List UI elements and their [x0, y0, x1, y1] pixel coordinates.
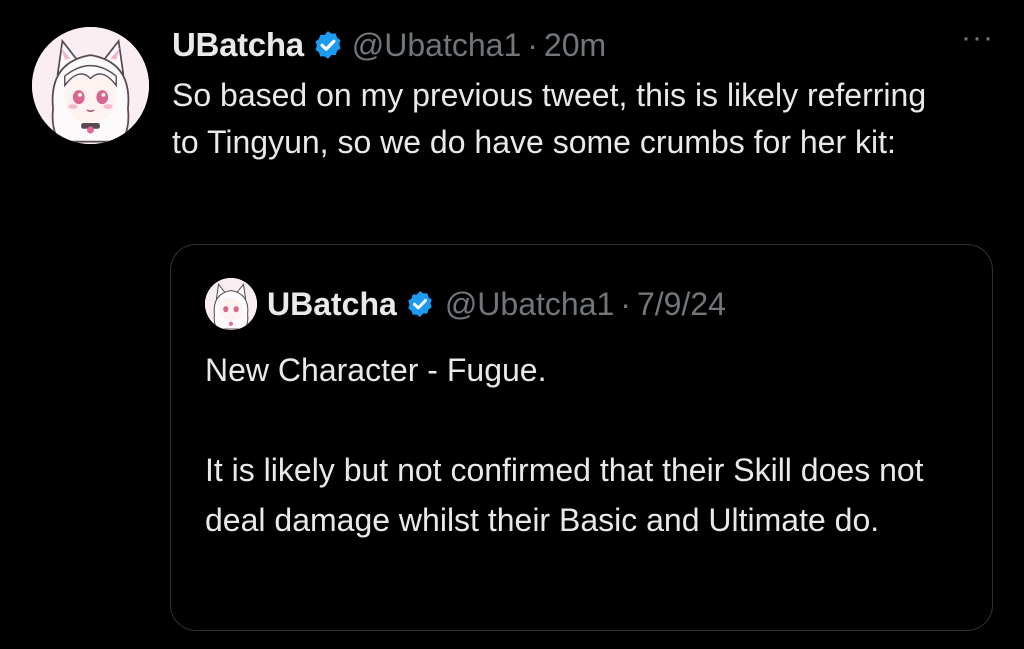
anime-avatar-icon: [32, 27, 149, 144]
quoted-tweet[interactable]: UBatcha @Ubatcha1 · 7/9/24 New Character…: [170, 244, 993, 631]
quoted-tweet-header: UBatcha @Ubatcha1 · 7/9/24: [205, 278, 958, 330]
quoted-paragraph-1: New Character - Fugue.: [205, 352, 547, 388]
tweet[interactable]: UBatcha @Ubatcha1 · 20m ··· So based on …: [0, 0, 1024, 649]
tweet-content: UBatcha @Ubatcha1 · 20m ··· So based on …: [172, 22, 994, 166]
tweet-text: So based on my previous tweet, this is l…: [172, 77, 927, 160]
tweet-header: UBatcha @Ubatcha1 · 20m: [172, 22, 994, 68]
quoted-author-handle: @Ubatcha1: [444, 285, 615, 322]
more-options-icon[interactable]: ···: [961, 23, 994, 53]
author-avatar[interactable]: [32, 27, 149, 144]
verified-badge-icon: [408, 291, 432, 317]
tweet-timestamp[interactable]: 20m: [544, 27, 606, 64]
author-name[interactable]: UBatcha: [172, 26, 304, 64]
separator-dot: ·: [527, 26, 538, 63]
quoted-tweet-date: 7/9/24: [636, 285, 726, 322]
anime-avatar-icon: [205, 278, 257, 330]
author-handle[interactable]: @Ubatcha1: [352, 27, 521, 64]
separator-dot: ·: [620, 285, 631, 322]
quoted-paragraph-2: It is likely but not confirmed that thei…: [205, 452, 924, 538]
verified-badge-icon: [315, 31, 341, 59]
quoted-author-name: UBatcha: [267, 285, 397, 322]
quoted-tweet-text: New Character - Fugue. It is likely but …: [205, 345, 958, 545]
quoted-author-avatar: [205, 278, 257, 330]
